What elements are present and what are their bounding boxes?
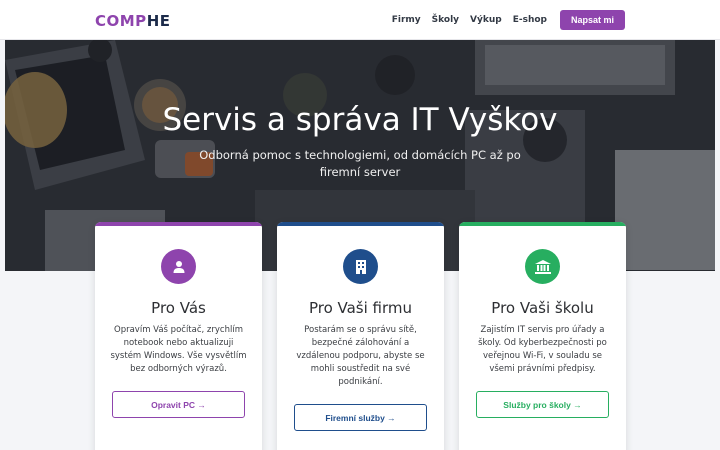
card-title: Pro Vaši firmu [308,299,413,317]
card-accent-bar [277,222,444,226]
school-services-button[interactable]: Služby pro školy → [476,391,609,418]
nav-link-firmy[interactable]: Firmy [392,15,421,25]
nav-link-skoly[interactable]: Školy [432,15,459,25]
logo[interactable]: COMPHE [95,12,171,30]
business-services-button[interactable]: Firemní služby → [294,404,427,431]
hero-title: Servis a správa IT Vyškov [162,102,558,138]
logo-part-2: HE [146,12,171,30]
card-title: Pro Vaši školu [491,299,594,317]
contact-button[interactable]: Napsat mi [559,10,625,30]
card-pro-skolu: Pro Vaši školu Zajistím IT servis pro úř… [459,222,626,450]
card-pro-firmu: Pro Vaši firmu Postarám se o správu sítě… [277,222,444,450]
hero-subtitle: Odborná pomoc s technologiemi, od domácí… [199,148,521,179]
card-accent-bar [95,222,262,226]
card-accent-bar [459,222,626,226]
nav-links: Firmy Školy Výkup E-shop Napsat mi [392,0,625,40]
school-icon [525,249,560,284]
navbar: COMPHE Firmy Školy Výkup E-shop Napsat m… [0,0,720,40]
card-description: Opravím Váš počítač, zrychlím notebook n… [110,325,247,374]
nav-link-vykup[interactable]: Výkup [470,15,502,25]
card-pro-vas: Pro Vás Opravím Váš počítač, zrychlím no… [95,222,262,450]
user-icon [161,249,196,284]
card-title: Pro Vás [151,299,206,317]
repair-pc-button[interactable]: Opravit PC → [112,391,245,418]
building-icon [343,249,378,284]
card-description: Zajistím IT servis pro úřady a školy. Od… [478,325,607,374]
card-description: Postarám se o správu sítě, bezpečné zálo… [296,325,425,387]
nav-link-eshop[interactable]: E-shop [513,15,547,25]
logo-part-1: COMP [95,12,147,30]
